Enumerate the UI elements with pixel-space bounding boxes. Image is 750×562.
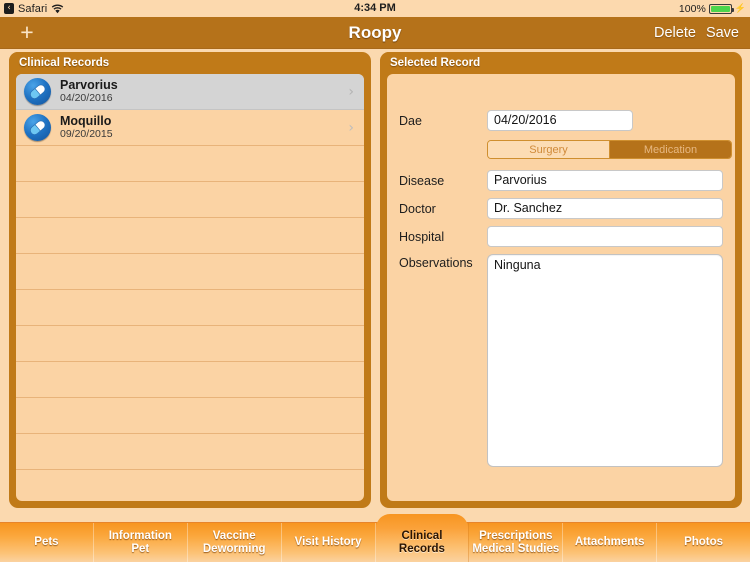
observations-field[interactable]: Ninguna [487,254,723,467]
bottom-tab-bar: Pets Information Pet Vaccine Deworming Visit … [0,514,750,562]
date-field[interactable]: 04/20/2016 [487,110,633,131]
tab-clinical-records[interactable]: Clinical Records [375,514,470,562]
tab-label-line1: Prescriptions [479,529,553,542]
selected-record-panel: Selected Record Dae 04/20/2016 Surgery M… [380,52,742,508]
tab-label-line2: Deworming [202,542,266,555]
charging-bolt-icon: ⚡ [734,3,746,13]
clinical-records-panel-body: Parvorius 04/20/2016 › Moquillo 09/20/2015 › [16,74,364,501]
record-row-empty [16,290,364,326]
record-row-empty [16,254,364,290]
record-texts: Parvorius 04/20/2016 [60,77,118,105]
status-bar-clock: 4:34 PM [354,2,396,14]
disease-row: Disease Parvorius [399,170,723,191]
tab-attachments[interactable]: Attachments [563,523,658,562]
clinical-records-list[interactable]: Parvorius 04/20/2016 › Moquillo 09/20/2015 › [16,74,364,501]
record-texts: Moquillo 09/20/2015 [60,113,113,141]
tab-label-line2: Medical Studies [472,542,560,555]
observations-label: Observations [399,256,473,270]
segment-medication[interactable]: Medication [609,141,731,158]
hospital-label: Hospital [399,230,445,244]
pill-icon [24,78,51,105]
record-row-empty [16,218,364,254]
selected-record-panel-body: Dae 04/20/2016 Surgery Medication Diseas… [387,74,735,501]
clinical-records-panel-header: Clinical Records [9,52,211,74]
delete-button[interactable]: Delete [654,25,696,41]
record-title: Parvorius [60,77,118,92]
doctor-row: Doctor Dr. Sanchez [399,198,723,219]
tab-pets[interactable]: Pets [0,523,94,562]
record-date: 04/20/2016 [60,92,113,105]
record-title: Moquillo [60,113,112,128]
record-row-empty [16,434,364,470]
tab-photos[interactable]: Photos [657,523,750,562]
observations-row: Observations Ninguna [399,254,723,467]
tab-label-line1: Clinical [401,529,443,542]
segment-surgery[interactable]: Surgery [488,141,609,158]
battery-percent-label: 100% [678,2,706,15]
navigation-bar-actions: Delete Save [654,17,739,48]
record-row-empty [16,146,364,182]
hospital-field[interactable] [487,226,723,247]
hospital-row: Hospital [399,226,723,247]
record-row-empty [16,362,364,398]
app-root: ‹ Safari 4:34 PM 100% ⚡ + Roopy Delete S [0,0,750,562]
clinical-records-panel: Clinical Records Parvorius 04/20/2016 › Moq… [9,52,371,508]
disease-field[interactable]: Parvorius [487,170,723,191]
chevron-right-icon: › [348,119,354,136]
tab-label-line2: Records [398,542,445,555]
doctor-field[interactable]: Dr. Sanchez [487,198,723,219]
doctor-label: Doctor [399,202,436,216]
tab-prescriptions-medical-studies[interactable]: Prescriptions Medical Studies [469,523,564,562]
record-row[interactable]: Parvorius 04/20/2016 › [16,74,364,110]
record-row-empty [16,470,364,501]
tab-information-pet[interactable]: Information Pet [94,523,188,562]
tab-label-line1: Pets [34,536,59,549]
tab-label-line2: Pet [131,542,150,555]
status-bar-right: 100% ⚡ [679,0,746,17]
status-bar: ‹ Safari 4:34 PM 100% ⚡ [0,0,750,17]
navigation-bar: + Roopy Delete Save [0,17,750,49]
chevron-right-icon: › [348,83,354,100]
record-type-segmented-control[interactable]: Surgery Medication [487,140,732,159]
tab-label-line1: Information [108,529,172,542]
record-form: Dae 04/20/2016 Surgery Medication Diseas… [387,74,735,501]
record-row[interactable]: Moquillo 09/20/2015 › [16,110,364,146]
battery-fill [710,5,730,12]
selected-record-panel-header: Selected Record [380,52,580,74]
tab-label-line1: Vaccine [212,529,256,542]
date-row: Dae 04/20/2016 [399,110,723,131]
save-button[interactable]: Save [706,25,739,41]
record-date: 09/20/2015 [60,128,113,141]
page-title: Roopy [348,23,402,42]
disease-label: Disease [399,174,445,188]
pill-icon [24,114,51,141]
battery-icon [708,3,734,14]
tab-label-line1: Photos [684,536,724,549]
record-row-empty [16,182,364,218]
tab-label-line1: Attachments [574,536,645,549]
tab-vaccine-deworming[interactable]: Vaccine Deworming [188,523,282,562]
tab-label-line1: Visit History [294,536,362,549]
date-label: Dae [399,114,422,128]
record-row-empty [16,398,364,434]
tab-visit-history[interactable]: Visit History [282,523,376,562]
record-row-empty [16,326,364,362]
